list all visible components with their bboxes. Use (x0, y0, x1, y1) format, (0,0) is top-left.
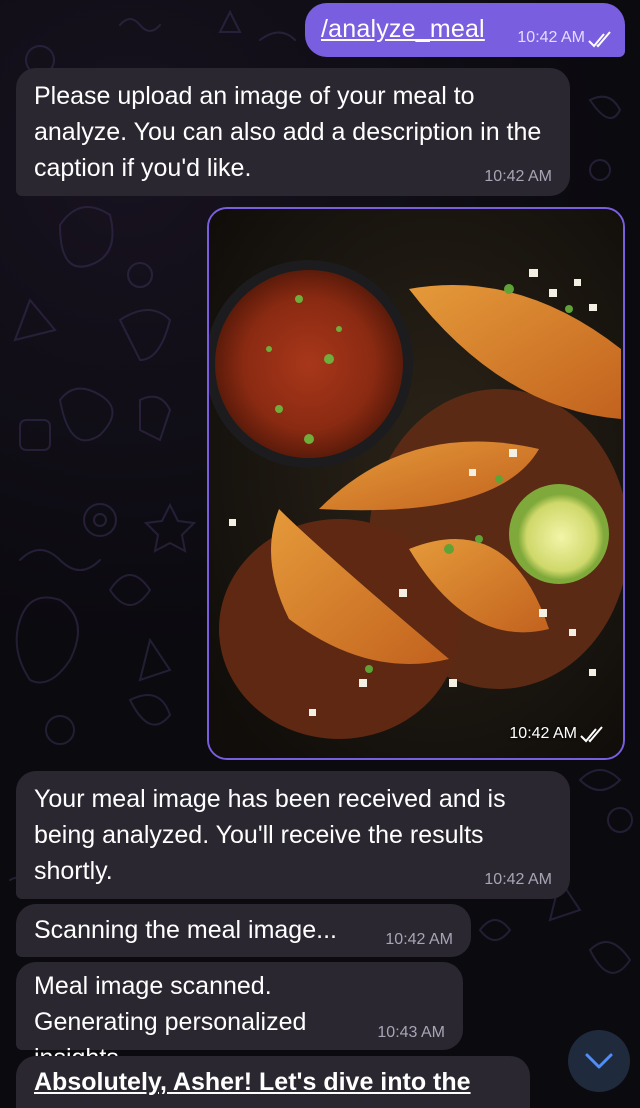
message-time: 10:42 AM (484, 871, 552, 888)
scroll-down-button[interactable] (568, 1030, 630, 1092)
message-time: 10:42 AM (509, 725, 577, 742)
message-text: Absolutely, Asher! Let's dive into the (34, 1068, 471, 1096)
incoming-message[interactable]: Absolutely, Asher! Let's dive into the (16, 1056, 530, 1108)
message-time: 10:43 AM (377, 1024, 445, 1041)
outgoing-command-bubble[interactable]: /analyze_meal 10:42 AM (305, 3, 625, 57)
incoming-message[interactable]: Meal image scanned. Generating personali… (16, 962, 463, 1072)
message-time: 10:42 AM (484, 168, 552, 185)
incoming-message[interactable]: Scanning the meal image... 10:42 AM (16, 904, 471, 957)
incoming-message[interactable]: Your meal image has been received and is… (16, 771, 570, 899)
chat-screen: /analyze_meal 10:42 AM Please upload an … (0, 0, 640, 1108)
incoming-message[interactable]: Please upload an image of your meal to a… (16, 68, 570, 196)
message-text: Please upload an image of your meal to a… (34, 82, 542, 182)
double-check-icon (580, 726, 603, 743)
chevron-down-icon (585, 1053, 613, 1069)
meal-photo-message[interactable]: 10:42 AM (207, 207, 625, 760)
meal-photo[interactable] (209, 209, 623, 758)
double-check-icon (588, 31, 611, 48)
message-time: 10:42 AM (517, 29, 585, 46)
message-text: Your meal image has been received and is… (34, 785, 506, 885)
message-time: 10:42 AM (385, 931, 453, 948)
command-link[interactable]: /analyze_meal (321, 15, 485, 43)
